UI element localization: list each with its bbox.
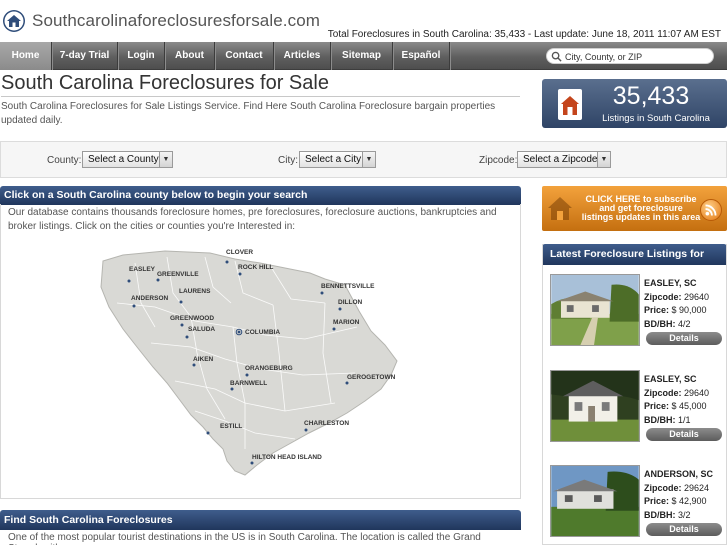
listing-photo[interactable]: [550, 274, 640, 346]
details-button[interactable]: Details: [646, 523, 722, 536]
nav-espanol[interactable]: Español: [393, 42, 450, 70]
city-label-laurens[interactable]: LAURENS: [179, 288, 211, 295]
listing-info: EASLEY, SC Zipcode: 29640 Price: $ 45,00…: [644, 373, 724, 428]
city-select[interactable]: Select a City ▼: [299, 151, 376, 168]
listing-count-badge: 35,433 Listings in South Carolina: [542, 79, 727, 128]
nav-7-day-trial[interactable]: 7-day Trial: [52, 42, 118, 70]
zipcode-key: Zipcode:: [644, 291, 682, 302]
listing-card[interactable]: ANDERSON, SC Zipcode: 29624 Price: $ 42,…: [550, 465, 725, 545]
bdbh-key: BD/BH:: [644, 319, 676, 330]
listing-info: EASLEY, SC Zipcode: 29640 Price: $ 90,00…: [644, 277, 724, 332]
city-label-clover[interactable]: CLOVER: [226, 249, 253, 256]
city-label-aiken[interactable]: AIKEN: [193, 356, 214, 363]
zipcode-select[interactable]: Select a Zipcode ▼: [517, 151, 611, 168]
details-button[interactable]: Details: [646, 428, 722, 441]
price-key: Price:: [644, 496, 670, 507]
listing-zip: 29624: [684, 482, 710, 493]
main-nav: Home 7-day Trial Login About Contact Art…: [0, 42, 727, 70]
city-label-estill[interactable]: ESTILL: [220, 423, 242, 430]
bdbh-key: BD/BH:: [644, 415, 676, 426]
listing-price: $ 90,000: [671, 305, 707, 316]
home-logo-icon[interactable]: [2, 9, 26, 33]
subscribe-line-3: listings updates in this area: [581, 212, 701, 222]
rss-icon[interactable]: [700, 199, 722, 221]
city-select-value: Select a City: [305, 154, 362, 165]
city-label-georgetown[interactable]: GEROGETOWN: [347, 374, 396, 381]
city-label-saluda[interactable]: SALUDA: [188, 326, 215, 333]
nav-sitemap[interactable]: Sitemap: [331, 42, 393, 70]
zipcode-key: Zipcode:: [644, 387, 682, 398]
listing-bdbh: 4/2: [678, 319, 691, 330]
zipcode-select-value: Select a Zipcode: [523, 154, 598, 165]
listing-price: $ 45,000: [671, 401, 707, 412]
filter-bar: County: Select a County ▼ City: Select a…: [0, 141, 727, 178]
nav-about[interactable]: About: [165, 42, 215, 70]
site-title[interactable]: Southcarolinaforeclosuresforsale.com: [32, 11, 320, 31]
county-section-text: Our database contains thousands foreclos…: [8, 207, 497, 232]
price-key: Price:: [644, 401, 670, 412]
listing-zip: 29640: [684, 291, 710, 302]
find-section-heading: Find South Carolina Foreclosures: [0, 510, 521, 530]
zipcode-key: Zipcode:: [644, 482, 682, 493]
search-box: [546, 48, 714, 64]
search-icon[interactable]: [551, 51, 562, 62]
dropdown-arrow-icon: ▼: [597, 152, 610, 167]
listing-photo[interactable]: [550, 465, 640, 537]
city-label-hilton-head-island[interactable]: HILTON HEAD ISLAND: [252, 454, 322, 461]
nav-login[interactable]: Login: [118, 42, 165, 70]
city-label-barnwell[interactable]: BARNWELL: [230, 380, 267, 387]
bdbh-key: BD/BH:: [644, 510, 676, 521]
city-label-easley[interactable]: EASLEY: [129, 266, 156, 273]
zipcode-label: Zipcode:: [479, 155, 518, 166]
city-label-orangeburg[interactable]: ORANGEBURG: [245, 365, 293, 372]
find-section-text: One of the most popular tourist destinat…: [8, 532, 481, 545]
south-carolina-map[interactable]: CLOVER ROCK HILL EASLEY GREENVILLE BENNE…: [95, 243, 405, 478]
details-button[interactable]: Details: [646, 332, 722, 345]
nav-contact[interactable]: Contact: [215, 42, 274, 70]
county-section-heading: Click on a South Carolina county below t…: [0, 186, 521, 205]
city-label-charleston[interactable]: CHARLESTON: [304, 420, 349, 427]
listing-city: ANDERSON, SC: [644, 469, 714, 479]
city-label-marion[interactable]: MARION: [333, 319, 360, 326]
listing-city: EASLEY, SC: [644, 278, 697, 288]
listing-card[interactable]: EASLEY, SC Zipcode: 29640 Price: $ 45,00…: [550, 370, 725, 450]
dropdown-arrow-icon: ▼: [362, 152, 375, 167]
house-icon: [548, 197, 572, 220]
nav-home[interactable]: Home: [0, 42, 52, 70]
listing-count-number: 35,433: [612, 82, 690, 110]
city-label-rock-hill[interactable]: ROCK HILL: [238, 264, 273, 271]
county-label: County:: [47, 155, 82, 166]
city-label-greenville[interactable]: GREENVILLE: [157, 271, 199, 278]
county-select[interactable]: Select a County ▼: [82, 151, 173, 168]
city-label: City:: [278, 155, 298, 166]
city-label-anderson[interactable]: ANDERSON: [131, 295, 169, 302]
county-select-value: Select a County: [88, 154, 159, 165]
listing-card[interactable]: EASLEY, SC Zipcode: 29640 Price: $ 90,00…: [550, 274, 725, 354]
intro-text: South Carolina Foreclosures for Sale Lis…: [1, 101, 496, 126]
dropdown-arrow-icon: ▼: [159, 152, 172, 167]
listing-photo[interactable]: [550, 370, 640, 442]
city-label-columbia[interactable]: COLUMBIA: [245, 329, 280, 336]
city-label-bennettsville[interactable]: BENNETTSVILLE: [321, 283, 375, 290]
price-key: Price:: [644, 305, 670, 316]
subscribe-text: CLICK HERE to subscribe and get foreclos…: [576, 195, 706, 222]
page-title: South Carolina Foreclosures for Sale: [1, 72, 329, 94]
listing-info: ANDERSON, SC Zipcode: 29624 Price: $ 42,…: [644, 468, 724, 523]
search-input[interactable]: [565, 50, 705, 63]
city-label-greenwood[interactable]: GREENWOOD: [170, 315, 214, 322]
house-icon: [558, 89, 582, 120]
listing-count-label: Listings in South Carolina: [602, 113, 710, 124]
title-divider: [1, 96, 520, 97]
listing-city: EASLEY, SC: [644, 374, 697, 384]
listing-zip: 29640: [684, 387, 710, 398]
listing-price: $ 42,900: [671, 496, 707, 507]
listing-bdbh: 3/2: [678, 510, 691, 521]
listing-bdbh: 1/1: [678, 415, 691, 426]
subscribe-banner[interactable]: CLICK HERE to subscribe and get foreclos…: [542, 186, 727, 231]
city-label-dillon[interactable]: DILLON: [338, 299, 362, 306]
foreclosure-stats: Total Foreclosures in South Carolina: 35…: [327, 29, 721, 40]
nav-articles[interactable]: Articles: [274, 42, 331, 70]
